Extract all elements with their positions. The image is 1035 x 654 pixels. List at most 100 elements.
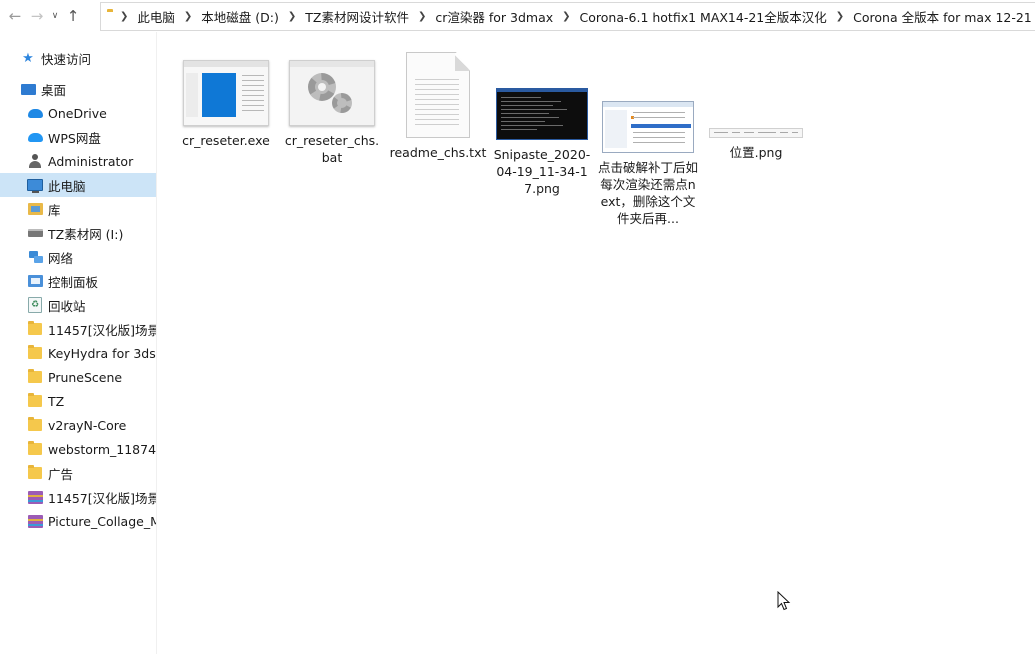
control-panel-icon [27, 273, 43, 289]
breadcrumb-item[interactable]: cr渲染器 for 3dmax [435, 7, 553, 26]
archive-icon [27, 489, 43, 505]
wps-cloud-icon [27, 129, 43, 145]
sidebar-item-label: 库 [48, 202, 61, 218]
this-pc-icon [27, 177, 43, 193]
sidebar-item-label: PruneScene [48, 369, 123, 385]
sidebar-item-network[interactable]: 网络 [0, 245, 156, 269]
arrow-left-icon: ← [8, 7, 22, 25]
sidebar-item-folder[interactable]: KeyHydra for 3dsMax [0, 341, 156, 365]
sidebar-item-label: TZ [48, 393, 65, 409]
sidebar-item-folder[interactable]: webstorm_118742 [0, 437, 156, 461]
mouse-cursor-icon [777, 591, 791, 611]
file-explorer-window: ← → ∨ ↑ ❯ 此电脑 ❯ 本地磁盘 (D:) ❯ TZ素材网设计软件 ❯ … [0, 0, 1035, 654]
sidebar-item-label: Administrator [48, 153, 134, 169]
address-bar[interactable]: ❯ 此电脑 ❯ 本地磁盘 (D:) ❯ TZ素材网设计软件 ❯ cr渲染器 fo… [100, 2, 1035, 31]
folder-icon [27, 321, 43, 337]
sidebar-item-folder[interactable]: 广告 [0, 461, 156, 485]
file-item[interactable]: readme_chs.txt [387, 52, 489, 161]
sidebar-item-archive[interactable]: Picture_Collage_Maker [0, 509, 156, 533]
sidebar-item-label: Picture_Collage_Maker [48, 513, 156, 529]
recycle-bin-icon: ♻ [27, 297, 43, 313]
file-name: Snipaste_2020-04-19_11-34-17.png [493, 147, 591, 196]
library-icon [27, 201, 43, 217]
sidebar-item-label: WPS网盘 [48, 130, 101, 146]
sidebar-item-label: KeyHydra for 3dsMax [48, 345, 156, 361]
navigation-pane: ★ 快速访问 桌面 OneDrive WPS网盘 Administrator 此… [0, 32, 157, 654]
folder-icon [27, 369, 43, 385]
sidebar-item-drive-i[interactable]: TZ素材网 (I:) [0, 221, 156, 245]
sidebar-item-folder[interactable]: 11457[汉化版]场景清 [0, 317, 156, 341]
arrow-right-icon: → [30, 7, 44, 25]
folder-icon [27, 393, 43, 409]
sidebar-item-label: 桌面 [41, 82, 67, 98]
gear-icon [289, 60, 375, 126]
drive-icon [27, 225, 43, 241]
breadcrumb-item[interactable]: TZ素材网设计软件 [305, 7, 409, 26]
sidebar-item-folder[interactable]: v2rayN-Core [0, 413, 156, 437]
chevron-down-icon: ∨ [51, 11, 59, 21]
file-name: cr_reseter.exe [182, 133, 270, 148]
star-icon: ★ [22, 50, 34, 66]
breadcrumb-item[interactable]: 本地磁盘 (D:) [201, 7, 279, 26]
onedrive-cloud-icon [27, 105, 43, 121]
file-item[interactable]: 点击破解补丁后如每次渲染还需点next，删除这个文件夹后再... [597, 67, 699, 227]
sidebar-item-label: TZ素材网 (I:) [48, 226, 124, 242]
breadcrumb-item[interactable]: Corona 全版本 for max 12-21 通用试用 [853, 7, 1035, 26]
file-item[interactable]: cr_reseter_chs.bat [281, 60, 383, 166]
sidebar-item-label: 快速访问 [41, 51, 92, 67]
sidebar-item-wps-drive[interactable]: WPS网盘 [0, 125, 156, 149]
file-name: readme_chs.txt [389, 145, 487, 160]
folder-icon [27, 345, 43, 361]
sidebar-item-onedrive[interactable]: OneDrive [0, 101, 156, 125]
file-item[interactable]: Snipaste_2020-04-19_11-34-17.png [491, 54, 593, 197]
sidebar-item-label: 广告 [48, 466, 74, 482]
forward-button[interactable]: → [26, 3, 48, 29]
sidebar-item-label: 此电脑 [48, 178, 86, 194]
recent-locations-button[interactable]: ∨ [48, 3, 62, 29]
file-item[interactable]: cr_reseter.exe [175, 60, 277, 149]
chevron-right-icon[interactable]: ❯ [409, 11, 435, 22]
chevron-right-icon[interactable]: ❯ [553, 11, 579, 22]
sidebar-item-recycle-bin[interactable]: ♻ 回收站 [0, 293, 156, 317]
file-item[interactable]: 位置.png [705, 60, 807, 161]
sidebar-item-label: 网络 [48, 250, 74, 266]
chevron-right-icon[interactable]: ❯ [279, 11, 305, 22]
chevron-right-icon[interactable]: ❯ [827, 11, 853, 22]
user-icon [27, 153, 43, 169]
chevron-right-icon[interactable]: ❯ [111, 11, 137, 22]
navigation-bar: ← → ∨ ↑ ❯ 此电脑 ❯ 本地磁盘 (D:) ❯ TZ素材网设计软件 ❯ … [0, 0, 1035, 33]
image-thumbnail-icon [709, 128, 803, 138]
sidebar-item-this-pc[interactable]: 此电脑 [0, 173, 156, 197]
sidebar-item-folder[interactable]: TZ [0, 389, 156, 413]
sidebar-item-label: OneDrive [48, 105, 107, 121]
breadcrumb-item[interactable]: Corona-6.1 hotfix1 MAX14-21全版本汉化 [580, 7, 827, 26]
file-name: cr_reseter_chs.bat [284, 133, 380, 165]
file-list-view[interactable]: cr_reseter.exe cr_reseter_chs.bat readme… [157, 32, 1035, 654]
exe-thumbnail-icon [183, 60, 269, 126]
sidebar-item-archive[interactable]: 11457[汉化版]场景清 [0, 485, 156, 509]
arrow-up-icon: ↑ [66, 7, 80, 25]
folder-icon [27, 417, 43, 433]
folder-icon [27, 441, 43, 457]
up-button[interactable]: ↑ [62, 3, 84, 29]
file-name: 位置.png [729, 145, 783, 160]
archive-icon [27, 513, 43, 529]
sidebar-item-desktop[interactable]: 桌面 [0, 77, 156, 101]
chevron-right-icon[interactable]: ❯ [175, 11, 201, 22]
sidebar-item-control-panel[interactable]: 控制面板 [0, 269, 156, 293]
image-thumbnail-icon [496, 88, 588, 140]
sidebar-item-administrator[interactable]: Administrator [0, 149, 156, 173]
sidebar-item-label: v2rayN-Core [48, 417, 127, 433]
desktop-icon [20, 81, 36, 97]
folder-icon [27, 465, 43, 481]
sidebar-item-quick-access[interactable]: ★ 快速访问 [0, 46, 156, 70]
breadcrumb-item[interactable]: 此电脑 [137, 7, 175, 26]
image-thumbnail-icon [602, 101, 694, 153]
file-name: 点击破解补丁后如每次渲染还需点next，删除这个文件夹后再... [597, 160, 698, 226]
sidebar-item-label: 11457[汉化版]场景清 [48, 490, 156, 506]
sidebar-item-label: 控制面板 [48, 274, 99, 290]
sidebar-item-library[interactable]: 库 [0, 197, 156, 221]
back-button[interactable]: ← [4, 3, 26, 29]
sidebar-item-folder[interactable]: PruneScene [0, 365, 156, 389]
sidebar-item-label: 11457[汉化版]场景清 [48, 322, 156, 338]
